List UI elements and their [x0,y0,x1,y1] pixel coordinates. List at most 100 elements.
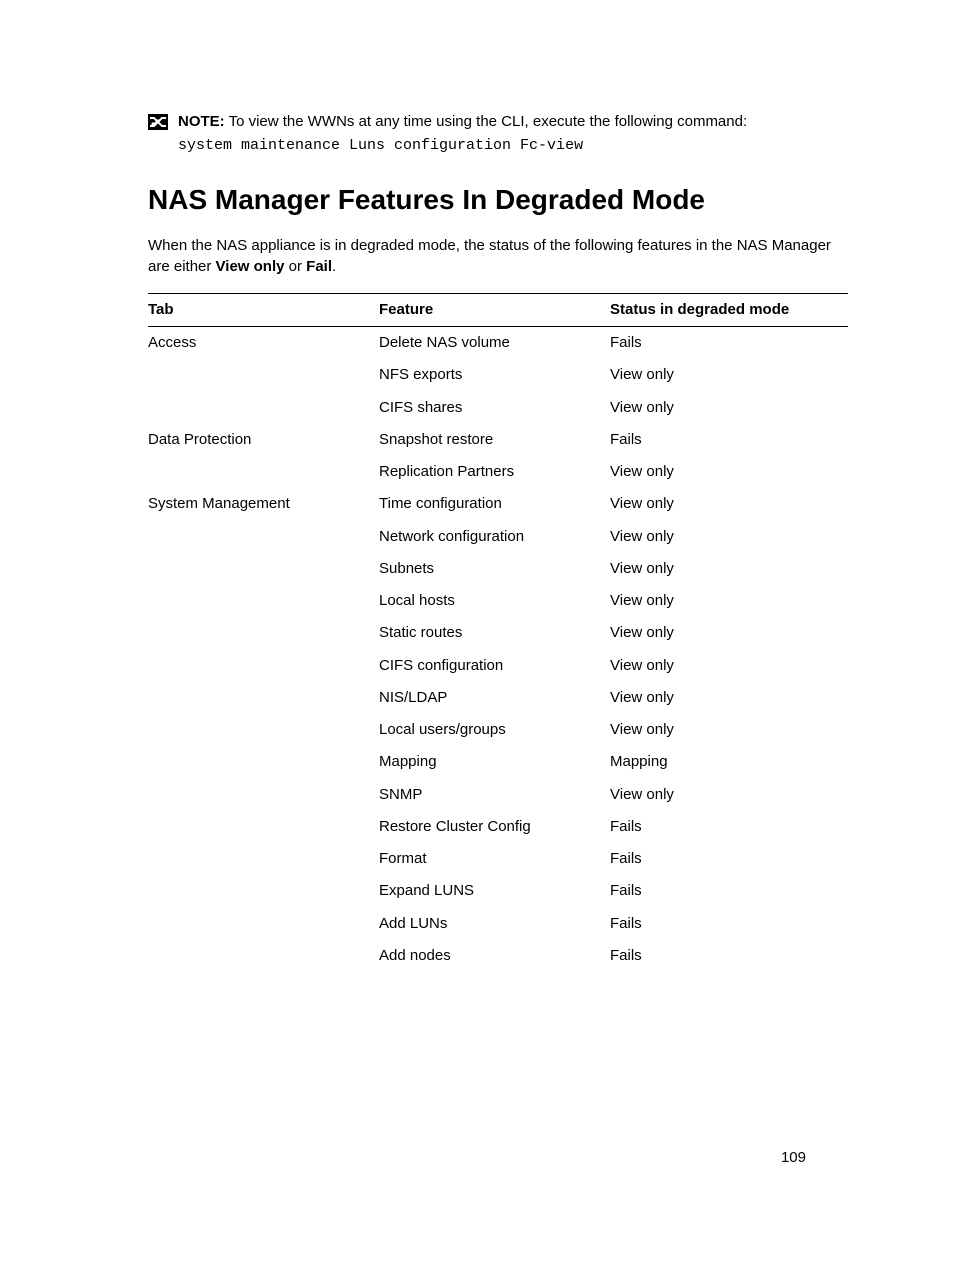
table-row: Network configurationView only [148,521,848,553]
document-page: NOTE: To view the WWNs at any time using… [0,0,954,1268]
cell-status: View only [610,521,848,553]
table-row: Local hostsView only [148,585,848,617]
cell-feature: Format [379,843,610,875]
cell-feature: Delete NAS volume [379,327,610,360]
note-body: To view the WWNs at any time using the C… [225,113,747,130]
cell-tab: Access [148,327,379,360]
cell-feature: Local users/groups [379,714,610,746]
cell-feature: Expand LUNS [379,875,610,907]
table-row: Add LUNsFails [148,908,848,940]
cell-status: Fails [610,424,848,456]
table-row: NFS exportsView only [148,359,848,391]
intro-t2: or [284,258,306,275]
th-tab: Tab [148,293,379,326]
page-content: NOTE: To view the WWNs at any time using… [148,112,848,972]
page-number: 109 [781,1148,806,1168]
section-heading: NAS Manager Features In Degraded Mode [148,181,848,219]
table-row: Replication PartnersView only [148,456,848,488]
cell-tab [148,553,379,585]
intro-t3: . [332,258,336,275]
cell-status: Fails [610,843,848,875]
cell-status: Mapping [610,746,848,778]
cell-tab [148,908,379,940]
table-row: Static routesView only [148,617,848,649]
cell-feature: Static routes [379,617,610,649]
note-text: NOTE: To view the WWNs at any time using… [178,112,747,132]
cell-status: View only [610,714,848,746]
cell-tab [148,811,379,843]
cell-tab [148,650,379,682]
note-icon [148,114,168,130]
cell-status: View only [610,488,848,520]
cell-status: Fails [610,811,848,843]
degraded-table: Tab Feature Status in degraded mode Acce… [148,293,848,972]
cell-feature: Time configuration [379,488,610,520]
cell-feature: NIS/LDAP [379,682,610,714]
table-row: NIS/LDAPView only [148,682,848,714]
note-block: NOTE: To view the WWNs at any time using… [148,112,848,132]
cell-tab [148,617,379,649]
table-header-row: Tab Feature Status in degraded mode [148,293,848,326]
note-command: system maintenance Luns configuration Fc… [178,136,848,156]
table-row: Expand LUNSFails [148,875,848,907]
intro-b1: View only [216,258,285,275]
cell-tab: Data Protection [148,424,379,456]
table-header: Tab Feature Status in degraded mode [148,293,848,326]
cell-tab [148,746,379,778]
cell-status: Fails [610,908,848,940]
cell-feature: CIFS shares [379,392,610,424]
cell-feature: Subnets [379,553,610,585]
table-row: FormatFails [148,843,848,875]
table-row: SubnetsView only [148,553,848,585]
table-row: Local users/groupsView only [148,714,848,746]
cell-tab [148,843,379,875]
table-row: CIFS sharesView only [148,392,848,424]
cell-status: View only [610,650,848,682]
table-row: Add nodesFails [148,940,848,972]
cell-status: View only [610,779,848,811]
cell-status: View only [610,585,848,617]
table-row: SNMPView only [148,779,848,811]
cell-status: View only [610,359,848,391]
table-row: Restore Cluster ConfigFails [148,811,848,843]
cell-tab [148,585,379,617]
cell-tab [148,940,379,972]
th-status: Status in degraded mode [610,293,848,326]
cell-feature: Local hosts [379,585,610,617]
cell-status: View only [610,456,848,488]
cell-tab [148,682,379,714]
cell-status: View only [610,617,848,649]
cell-feature: Restore Cluster Config [379,811,610,843]
cell-tab [148,714,379,746]
cell-feature: Add LUNs [379,908,610,940]
cell-feature: Add nodes [379,940,610,972]
intro-paragraph: When the NAS appliance is in degraded mo… [148,236,848,277]
cell-tab [148,875,379,907]
table-row: Data ProtectionSnapshot restoreFails [148,424,848,456]
cell-tab [148,779,379,811]
cell-status: Fails [610,940,848,972]
cell-feature: NFS exports [379,359,610,391]
cell-feature: Snapshot restore [379,424,610,456]
intro-b2: Fail [306,258,332,275]
cell-tab [148,392,379,424]
note-label: NOTE: [178,113,225,130]
cell-status: Fails [610,327,848,360]
cell-feature: CIFS configuration [379,650,610,682]
cell-feature: Mapping [379,746,610,778]
table-body: AccessDelete NAS volumeFailsNFS exportsV… [148,327,848,973]
cell-tab [148,359,379,391]
table-row: AccessDelete NAS volumeFails [148,327,848,360]
cell-status: View only [610,392,848,424]
table-row: CIFS configurationView only [148,650,848,682]
cell-feature: Network configuration [379,521,610,553]
cell-status: View only [610,553,848,585]
cell-feature: SNMP [379,779,610,811]
table-row: MappingMapping [148,746,848,778]
cell-tab [148,456,379,488]
cell-status: View only [610,682,848,714]
th-feature: Feature [379,293,610,326]
table-row: System ManagementTime configurationView … [148,488,848,520]
cell-feature: Replication Partners [379,456,610,488]
cell-tab: System Management [148,488,379,520]
